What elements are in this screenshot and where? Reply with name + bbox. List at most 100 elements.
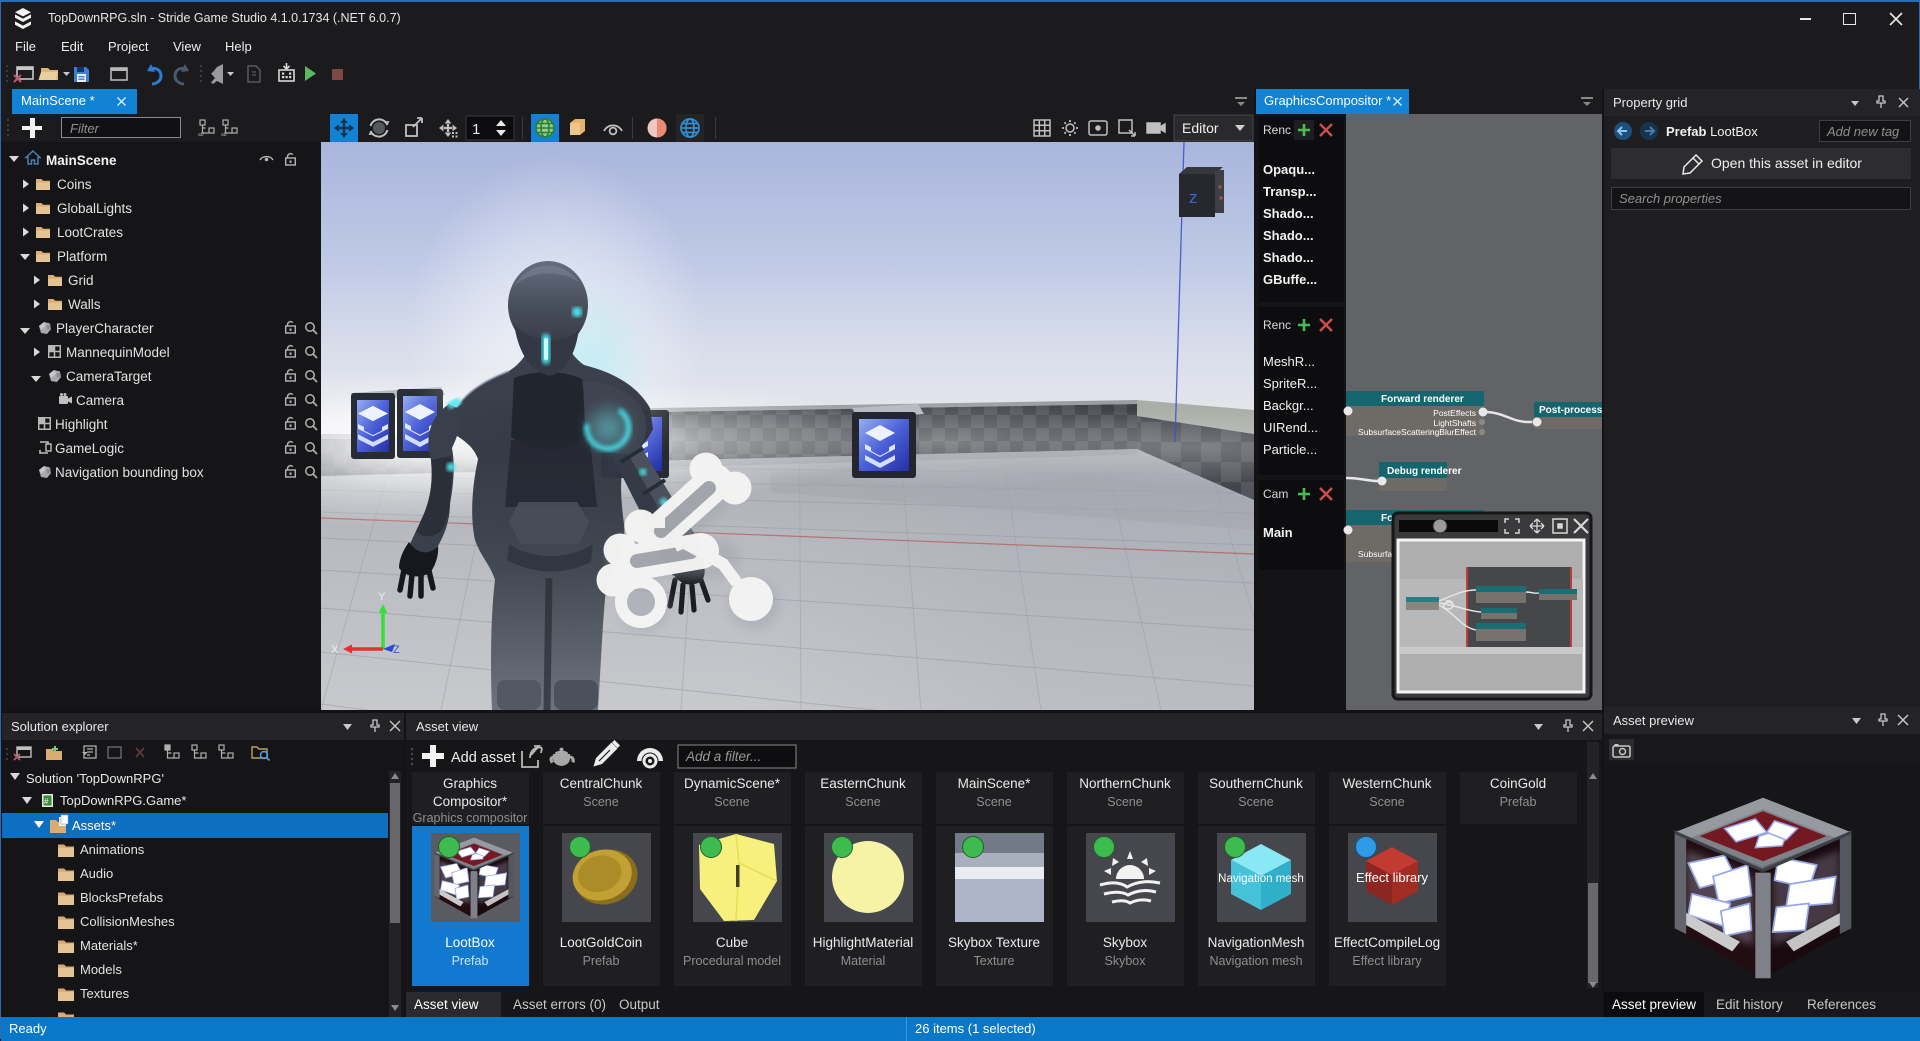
svg-text:PlayerCharacter: PlayerCharacter — [56, 321, 154, 336]
svg-text:Scene: Scene — [714, 795, 749, 809]
svg-text:Transp...: Transp... — [1263, 184, 1316, 199]
svg-text:Navigation mesh: Navigation mesh — [1218, 873, 1304, 885]
svg-text:Asset view: Asset view — [416, 719, 479, 734]
svg-text:UIRend...: UIRend... — [1263, 420, 1318, 435]
svg-text:Materials*: Materials* — [80, 938, 138, 953]
svg-text:Prefab: Prefab — [583, 954, 620, 968]
svg-text:Scene: Scene — [976, 795, 1011, 809]
svg-text:Effect library: Effect library — [1356, 870, 1429, 885]
svg-text:Solution 'TopDownRPG': Solution 'TopDownRPG' — [26, 771, 164, 786]
svg-text:SpriteR...: SpriteR... — [1263, 376, 1317, 391]
svg-text:MainScene*: MainScene* — [958, 776, 1032, 791]
svg-text:WesternChunk: WesternChunk — [1342, 776, 1431, 791]
svg-text:References: References — [1807, 997, 1876, 1012]
svg-text:CollisionMeshes: CollisionMeshes — [80, 914, 175, 929]
svg-text:NorthernChunk: NorthernChunk — [1079, 776, 1171, 791]
svg-text:Add asset: Add asset — [451, 750, 516, 766]
svg-text:Scene: Scene — [845, 795, 880, 809]
svg-text:Texture: Texture — [974, 954, 1015, 968]
svg-text:Shado...: Shado... — [1263, 206, 1314, 221]
svg-text:Models: Models — [80, 962, 122, 977]
svg-text:Z: Z — [393, 644, 400, 656]
svg-text:Post-processing: Post-processing — [1539, 405, 1602, 416]
svg-text:Particle...: Particle... — [1263, 442, 1317, 457]
svg-text:MainScene: MainScene — [46, 153, 117, 168]
svg-text:Asset preview: Asset preview — [1612, 997, 1696, 1012]
svg-text:Add a filter...: Add a filter... — [685, 749, 761, 764]
svg-text:CoinGold: CoinGold — [1490, 776, 1546, 791]
svg-text:Cube: Cube — [716, 935, 748, 950]
svg-text:Procedural model: Procedural model — [683, 954, 781, 968]
svg-text:Graphics compositor: Graphics compositor — [413, 811, 528, 825]
svg-text:Walls: Walls — [68, 297, 101, 312]
svg-text:Graphics: Graphics — [443, 776, 497, 791]
svg-text:Prefab: Prefab — [1500, 795, 1537, 809]
svg-text:Navigation bounding box: Navigation bounding box — [55, 465, 204, 480]
svg-text:Shado...: Shado... — [1263, 250, 1314, 265]
svg-text:Debug renderer: Debug renderer — [1387, 466, 1462, 477]
svg-text:Renc: Renc — [1263, 318, 1291, 332]
svg-text:Animations: Animations — [80, 842, 145, 857]
svg-text:TopDownRPG.Game*: TopDownRPG.Game* — [60, 793, 186, 808]
svg-text:Assets*: Assets* — [72, 818, 116, 833]
svg-text:GameLogic: GameLogic — [55, 441, 124, 456]
svg-text:Skybox Texture: Skybox Texture — [948, 935, 1040, 950]
svg-text:Asset preview: Asset preview — [1613, 713, 1695, 728]
svg-text:Shado...: Shado... — [1263, 228, 1314, 243]
svg-text:Renc: Renc — [1263, 123, 1291, 137]
svg-text:EffectCompileLog: EffectCompileLog — [1334, 935, 1440, 950]
svg-text:GlobalLights: GlobalLights — [57, 201, 132, 216]
svg-text:ab: ab — [221, 132, 227, 137]
svg-text:Y: Y — [378, 591, 386, 603]
svg-text:EasternChunk: EasternChunk — [820, 776, 906, 791]
svg-text:LootGoldCoin: LootGoldCoin — [560, 935, 643, 950]
svg-text:DynamicScene*: DynamicScene* — [684, 776, 781, 791]
svg-text:Output: Output — [619, 997, 660, 1012]
svg-text:Opaqu...: Opaqu... — [1263, 162, 1315, 177]
svg-text:Skybox: Skybox — [1103, 935, 1148, 950]
svg-text:Forward renderer: Forward renderer — [1381, 394, 1464, 405]
svg-text:MannequinModel: MannequinModel — [66, 345, 170, 360]
svg-text:Grid: Grid — [68, 273, 94, 288]
svg-text:Cam: Cam — [1263, 487, 1288, 501]
svg-text:SubsurfaceScatteringBlurEffect: SubsurfaceScatteringBlurEffect — [1358, 427, 1477, 437]
svg-text:Coins: Coins — [57, 177, 92, 192]
svg-text:PostEffects: PostEffects — [1433, 408, 1476, 418]
svg-text:Scene: Scene — [1238, 795, 1273, 809]
svg-text:ab: ab — [198, 132, 204, 137]
svg-text:Asset view: Asset view — [414, 997, 479, 1012]
svg-text:Material: Material — [841, 954, 885, 968]
svg-text:Asset errors (0): Asset errors (0) — [513, 997, 606, 1012]
svg-text:X: X — [331, 644, 339, 656]
svg-text:Main: Main — [1263, 525, 1293, 540]
svg-text:Prefab: Prefab — [452, 954, 489, 968]
svg-text:LootBox: LootBox — [445, 935, 495, 950]
svg-text:SouthernChunk: SouthernChunk — [1209, 776, 1303, 791]
svg-text:Edit history: Edit history — [1716, 997, 1783, 1012]
svg-text:Audio: Audio — [80, 866, 113, 881]
svg-text:Highlight: Highlight — [55, 417, 108, 432]
svg-text:Skybox: Skybox — [1105, 954, 1147, 968]
svg-text:Effect library: Effect library — [1352, 954, 1422, 968]
svg-text:1: 1 — [472, 121, 480, 138]
svg-text:HighlightMaterial: HighlightMaterial — [813, 935, 914, 950]
svg-text:MeshR...: MeshR... — [1263, 354, 1315, 369]
svg-text:BlocksPrefabs: BlocksPrefabs — [80, 890, 164, 905]
svg-text:Scene: Scene — [583, 795, 618, 809]
svg-text:LootCrates: LootCrates — [57, 225, 123, 240]
svg-text:Scene: Scene — [1107, 795, 1142, 809]
svg-text:z: z — [1189, 188, 1198, 207]
svg-text:Compositor*: Compositor* — [433, 794, 508, 809]
svg-text:CentralChunk: CentralChunk — [560, 776, 643, 791]
svg-text:CameraTarget: CameraTarget — [66, 369, 152, 384]
svg-text:Textures: Textures — [80, 986, 130, 1001]
svg-text:GBuffe...: GBuffe... — [1263, 272, 1317, 287]
svg-text:Platform: Platform — [57, 249, 107, 264]
svg-text:#: # — [44, 797, 49, 806]
svg-text:Scene: Scene — [1369, 795, 1404, 809]
svg-text:Editor: Editor — [1182, 120, 1219, 136]
svg-text:NavigationMesh: NavigationMesh — [1208, 935, 1305, 950]
svg-text:Backgr...: Backgr... — [1263, 398, 1314, 413]
svg-text:Navigation mesh: Navigation mesh — [1209, 954, 1302, 968]
svg-text:Solution explorer: Solution explorer — [11, 719, 109, 734]
